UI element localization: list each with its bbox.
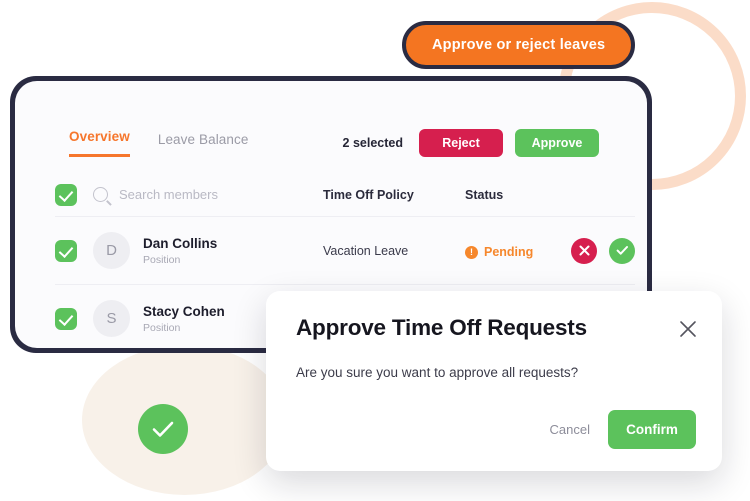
approve-requests-modal: Approve Time Off Requests Are you sure y… xyxy=(266,291,722,471)
search-members-field[interactable]: Search members xyxy=(77,187,323,202)
member-name: Dan Collins xyxy=(143,235,218,251)
search-placeholder: Search members xyxy=(119,187,218,202)
column-header-status: Status xyxy=(465,187,504,202)
member-position: Position xyxy=(143,253,181,266)
close-icon xyxy=(680,321,696,337)
column-header-policy: Time Off Policy xyxy=(323,187,414,202)
member-cell: D Dan Collins Position xyxy=(77,232,323,269)
row-actions xyxy=(571,237,635,264)
policy-cell: Vacation Leave xyxy=(323,243,409,258)
approve-row-button[interactable] xyxy=(609,237,635,264)
check-icon xyxy=(152,421,174,437)
close-icon xyxy=(579,245,589,256)
confirm-button[interactable]: Confirm xyxy=(608,410,696,449)
status-badge: ! Pending xyxy=(465,245,533,259)
success-badge xyxy=(138,404,188,454)
avatar: S xyxy=(93,300,130,337)
check-icon xyxy=(616,246,628,255)
warning-icon: ! xyxy=(465,245,478,259)
tab-overview[interactable]: Overview xyxy=(69,129,130,157)
screenshot-root: Overview Leave Balance 2 selected Reject… xyxy=(0,0,750,501)
reject-button[interactable]: Reject xyxy=(419,129,503,157)
callout-pill-button[interactable]: Approve or reject leaves xyxy=(402,21,636,69)
reject-row-button[interactable] xyxy=(571,237,597,264)
modal-close-button[interactable] xyxy=(678,319,698,339)
select-all-checkbox[interactable] xyxy=(55,183,77,206)
table-header-row: Search members Time Off Policy Status xyxy=(55,173,635,217)
approve-button[interactable]: Approve xyxy=(515,129,599,157)
row-checkbox[interactable] xyxy=(55,307,77,330)
table-row: D Dan Collins Position Vacation Leave ! … xyxy=(55,217,635,285)
status-cell: ! Pending xyxy=(465,242,571,260)
member-name: Stacy Cohen xyxy=(143,303,225,319)
avatar: D xyxy=(93,232,130,269)
row-checkbox[interactable] xyxy=(55,239,77,262)
member-position: Position xyxy=(143,321,181,334)
search-icon xyxy=(93,187,108,202)
modal-body-text: Are you sure you want to approve all req… xyxy=(296,365,579,380)
selected-count-label: 2 selected xyxy=(342,136,403,150)
selection-toolbar: 2 selected Reject Approve xyxy=(343,129,599,157)
modal-title: Approve Time Off Requests xyxy=(296,315,587,340)
tab-bar: Overview Leave Balance xyxy=(69,129,248,157)
status-label: Pending xyxy=(484,245,534,259)
cancel-button[interactable]: Cancel xyxy=(550,422,590,437)
tab-leave-balance[interactable]: Leave Balance xyxy=(158,132,249,157)
modal-footer: Cancel Confirm xyxy=(550,410,696,449)
